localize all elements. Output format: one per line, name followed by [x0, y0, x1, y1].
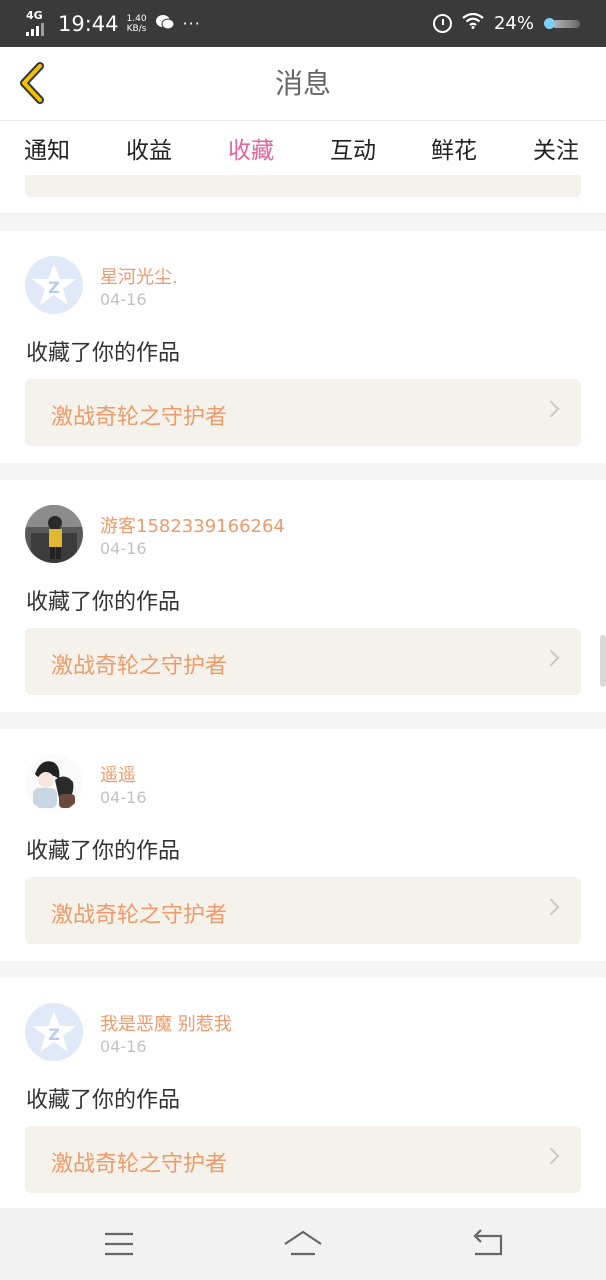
- photo-avatar-icon: [25, 505, 83, 563]
- qq-default-avatar-icon: Z: [25, 1003, 83, 1061]
- action-text: 收藏了你的作品: [26, 590, 181, 615]
- back-button[interactable]: [14, 61, 54, 105]
- app-header: 消息: [0, 47, 606, 121]
- work-link[interactable]: 激战奇轮之守护者: [25, 379, 581, 446]
- status-bar: 4G 19:44 1.40 KB/s ··· 24%: [0, 0, 606, 47]
- qq-default-avatar-icon: Z: [25, 256, 83, 314]
- date: 04-16: [100, 290, 147, 309]
- avatar[interactable]: [25, 505, 83, 563]
- chevron-right-icon: [542, 400, 560, 418]
- date: 04-16: [100, 539, 147, 558]
- network-speed: 1.40 KB/s: [126, 13, 147, 34]
- work-link[interactable]: 激战奇轮之守护者: [25, 877, 581, 944]
- home-icon: [284, 1230, 322, 1256]
- username[interactable]: 星河光尘.: [100, 263, 178, 289]
- work-title: 激战奇轮之守护者: [51, 1152, 228, 1177]
- svg-text:Z: Z: [48, 1025, 60, 1044]
- list-item: 遥遥 04-16 收藏了你的作品 激战奇轮之守护者: [0, 729, 606, 961]
- avatar[interactable]: [25, 754, 83, 812]
- username[interactable]: 游客1582339166264: [100, 512, 285, 538]
- username[interactable]: 我是恶魔 别惹我: [100, 1010, 232, 1036]
- tab-earnings[interactable]: 收益: [126, 131, 172, 171]
- page-title: 消息: [274, 67, 331, 100]
- work-link[interactable]: 激战奇轮之守护者: [25, 1126, 581, 1193]
- username[interactable]: 遥遥: [100, 761, 136, 787]
- battery-icon: [544, 17, 580, 31]
- tab-bar: 通知 收益 收藏 互动 鲜花 关注: [0, 121, 606, 179]
- tab-flowers[interactable]: 鲜花: [431, 131, 477, 171]
- work-title: 激战奇轮之守护者: [51, 903, 228, 928]
- avatar[interactable]: Z: [25, 256, 83, 314]
- scrollbar[interactable]: [600, 635, 606, 687]
- list-item-partial: [0, 175, 606, 213]
- work-link-partial[interactable]: [25, 175, 581, 197]
- back-nav-button[interactable]: [467, 1224, 507, 1264]
- battery-percent: 24%: [493, 13, 534, 34]
- svg-text:Z: Z: [48, 278, 60, 297]
- anime-avatar-icon: [25, 754, 83, 812]
- clock: 19:44: [58, 11, 119, 36]
- cellular-signal-icon: 4G: [26, 9, 52, 36]
- network-type: 4G: [26, 9, 43, 22]
- tab-favorites[interactable]: 收藏: [228, 131, 274, 179]
- work-title: 激战奇轮之守护者: [51, 654, 228, 679]
- list-item: Z 我是恶魔 别惹我 04-16 收藏了你的作品 激战奇轮之守护者: [0, 978, 606, 1210]
- system-nav-bar: [0, 1208, 606, 1280]
- action-text: 收藏了你的作品: [26, 839, 181, 864]
- wifi-icon: [462, 12, 484, 34]
- action-text: 收藏了你的作品: [26, 341, 181, 366]
- list-item: 游客1582339166264 04-16 收藏了你的作品 激战奇轮之守护者: [0, 480, 606, 712]
- tab-notice[interactable]: 通知: [24, 131, 70, 171]
- avatar[interactable]: Z: [25, 1003, 83, 1061]
- more-notifications-icon: ···: [182, 14, 201, 33]
- back-nav-icon: [473, 1229, 503, 1256]
- menu-button[interactable]: [99, 1224, 139, 1264]
- alarm-icon: [432, 14, 452, 33]
- tab-follow[interactable]: 关注: [533, 131, 579, 171]
- chevron-right-icon: [542, 1147, 560, 1165]
- menu-icon: [105, 1232, 133, 1256]
- date: 04-16: [100, 1037, 147, 1056]
- chevron-right-icon: [542, 649, 560, 667]
- chevron-right-icon: [542, 898, 560, 916]
- work-link[interactable]: 激战奇轮之守护者: [25, 628, 581, 695]
- tab-interaction[interactable]: 互动: [330, 131, 376, 171]
- date: 04-16: [100, 788, 147, 807]
- wechat-icon: [155, 14, 175, 34]
- work-title: 激战奇轮之守护者: [51, 405, 228, 430]
- back-arrow-icon: [20, 62, 44, 104]
- action-text: 收藏了你的作品: [26, 1088, 181, 1113]
- home-button[interactable]: [283, 1224, 323, 1264]
- list-item: Z 星河光尘. 04-16 收藏了你的作品 激战奇轮之守护者: [0, 231, 606, 463]
